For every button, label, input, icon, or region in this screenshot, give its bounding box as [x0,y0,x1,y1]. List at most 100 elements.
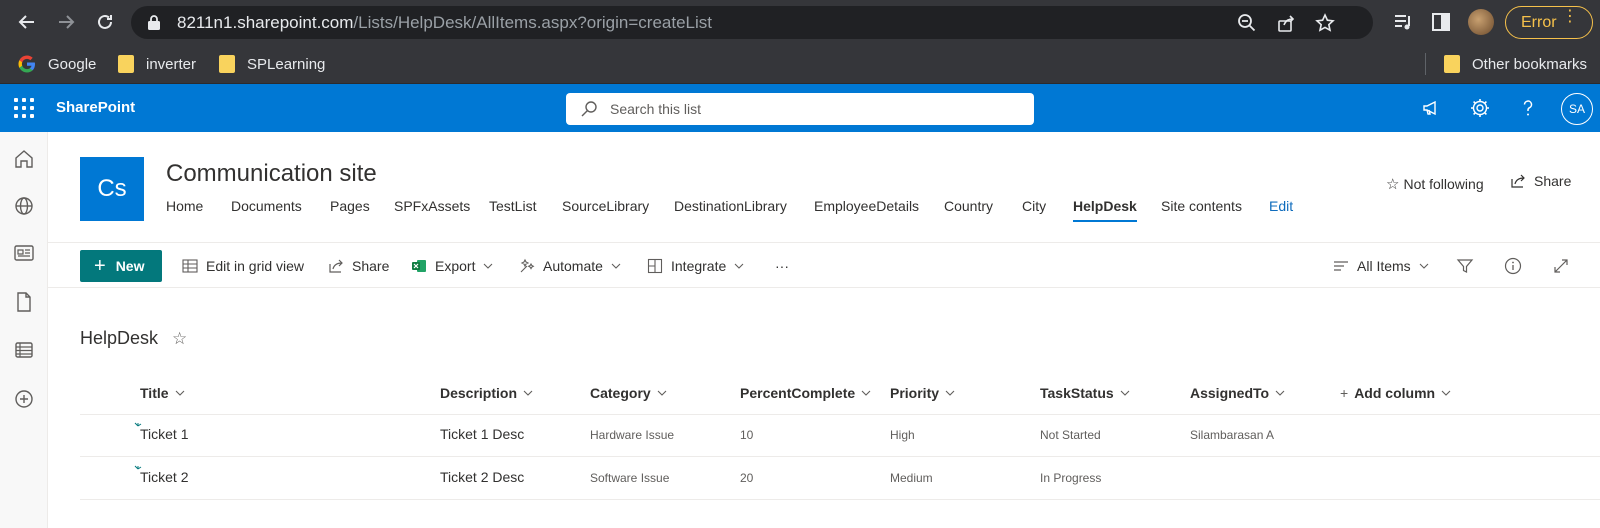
integrate-button[interactable]: Integrate [647,256,744,276]
filter-icon[interactable] [1456,257,1474,275]
reading-list-icon[interactable] [1392,11,1414,33]
grid-icon [182,259,198,273]
automate-button[interactable]: Automate [519,256,621,276]
chevron-down-icon [861,390,871,396]
row1-priority: High [890,428,915,442]
view-label: All Items [1357,258,1411,274]
news-icon[interactable] [13,242,35,264]
column-header-label: TaskStatus [1040,385,1114,401]
integrate-icon [647,258,663,274]
automate-label: Automate [543,258,603,274]
expand-icon[interactable] [1552,257,1570,275]
user-avatar[interactable]: SA [1561,93,1593,125]
bookmark-label: SPLearning [247,55,326,73]
more-commands-button[interactable]: ··· [775,256,789,276]
address-bar[interactable]: 8211n1.sharepoint.com/Lists/HelpDesk/All… [131,6,1373,39]
chevron-down-icon [484,263,493,269]
column-header-assignedto[interactable]: AssignedTo [1190,385,1285,401]
side-panel-icon[interactable] [1430,11,1452,33]
chevron-down-icon [657,390,667,396]
nav-home[interactable]: Home [166,198,203,214]
row1-percent: 10 [740,428,754,442]
bookmark-inverter[interactable]: inverter [118,53,196,75]
edit-grid-view-button[interactable]: Edit in grid view [182,256,304,276]
settings-gear-icon[interactable] [1469,97,1491,119]
share-command-label: Share [352,258,390,274]
chevron-down-icon [523,390,533,396]
nav-edit-link[interactable]: Edit [1269,198,1293,214]
kebab-menu-icon[interactable]: ⋮ [1562,9,1578,25]
header-row-divider [80,414,1600,415]
column-header-label: PercentComplete [740,385,856,401]
profile-avatar[interactable] [1468,9,1494,35]
plus-icon: + [1340,385,1349,401]
edit-grid-label: Edit in grid view [206,258,305,274]
folder-icon [118,55,134,73]
row2-category: Software Issue [590,471,670,485]
sharepoint-brand[interactable]: SharePoint [56,99,135,116]
suite-bar: SharePoint SA [0,84,1600,132]
nav-destinationlibrary[interactable]: DestinationLibrary [674,198,787,214]
back-button[interactable] [14,9,40,35]
share-label: Share [1534,173,1572,189]
profile-error-button[interactable]: Error ⋮ [1505,6,1593,39]
create-add-icon[interactable] [13,388,35,410]
url-text: 8211n1.sharepoint.com/Lists/HelpDesk/All… [177,13,712,33]
info-icon[interactable] [1504,257,1522,275]
reload-button[interactable] [92,9,118,35]
favorite-star-icon[interactable]: ☆ [172,329,187,349]
search-box[interactable] [566,93,1034,125]
megaphone-icon[interactable] [1421,97,1443,119]
zoom-out-icon[interactable] [1237,13,1257,33]
site-share-button[interactable]: Share [1510,173,1571,189]
column-header-category[interactable]: Category [590,385,667,401]
chevron-down-icon [734,263,744,269]
nav-country[interactable]: Country [944,198,993,214]
column-header-taskstatus[interactable]: TaskStatus [1040,385,1130,401]
nav-sourcelibrary[interactable]: SourceLibrary [562,198,649,214]
add-column-button[interactable]: + Add column [1340,385,1451,401]
nav-documents[interactable]: Documents [231,198,302,214]
nav-employeedetails[interactable]: EmployeeDetails [814,198,919,214]
chevron-down-icon [1275,390,1285,396]
share-command-button[interactable]: Share [328,256,389,276]
view-selector[interactable]: All Items [1333,256,1429,276]
folder-icon [219,55,235,73]
nav-testlist[interactable]: TestList [489,198,536,214]
nav-city[interactable]: City [1022,198,1046,214]
list-title-text[interactable]: HelpDesk [80,328,158,349]
forward-button[interactable] [53,9,79,35]
app-launcher-icon[interactable] [14,98,34,118]
search-input[interactable] [610,93,1010,125]
site-logo[interactable]: Cs [80,157,144,221]
help-question-icon[interactable] [1517,97,1539,119]
list-icon[interactable] [13,339,35,361]
share-page-icon[interactable] [1276,13,1296,33]
column-header-description[interactable]: Description [440,385,533,401]
new-label: New [115,258,145,274]
bookmark-splearning[interactable]: SPLearning [219,53,325,75]
nav-site-contents[interactable]: Site contents [1161,198,1242,214]
nav-pages[interactable]: Pages [330,198,370,214]
file-icon[interactable] [13,291,35,313]
app-bar [0,132,48,528]
column-header-percentcomplete[interactable]: PercentComplete [740,385,871,401]
bookmark-label: inverter [146,55,197,73]
row1-title[interactable]: Ticket 1 [140,426,189,442]
row2-title[interactable]: Ticket 2 [140,469,189,485]
header-divider [48,242,1600,243]
export-button[interactable]: Export [411,256,493,276]
bookmark-star-icon[interactable] [1315,13,1335,33]
other-bookmarks[interactable]: Other bookmarks [1444,53,1587,75]
column-header-priority[interactable]: Priority [890,385,955,401]
column-header-label: Title [140,385,169,401]
follow-button[interactable]: ☆ Not following [1386,175,1484,193]
site-title[interactable]: Communication site [166,160,377,188]
nav-spfxassets[interactable]: SPFxAssets [394,198,470,214]
new-button[interactable]: + New [80,250,162,282]
column-header-title[interactable]: Title [140,385,185,401]
home-icon[interactable] [13,148,35,170]
nav-helpdesk[interactable]: HelpDesk [1073,198,1137,222]
bookmark-google[interactable]: Google [18,53,96,75]
globe-icon[interactable] [13,195,35,217]
